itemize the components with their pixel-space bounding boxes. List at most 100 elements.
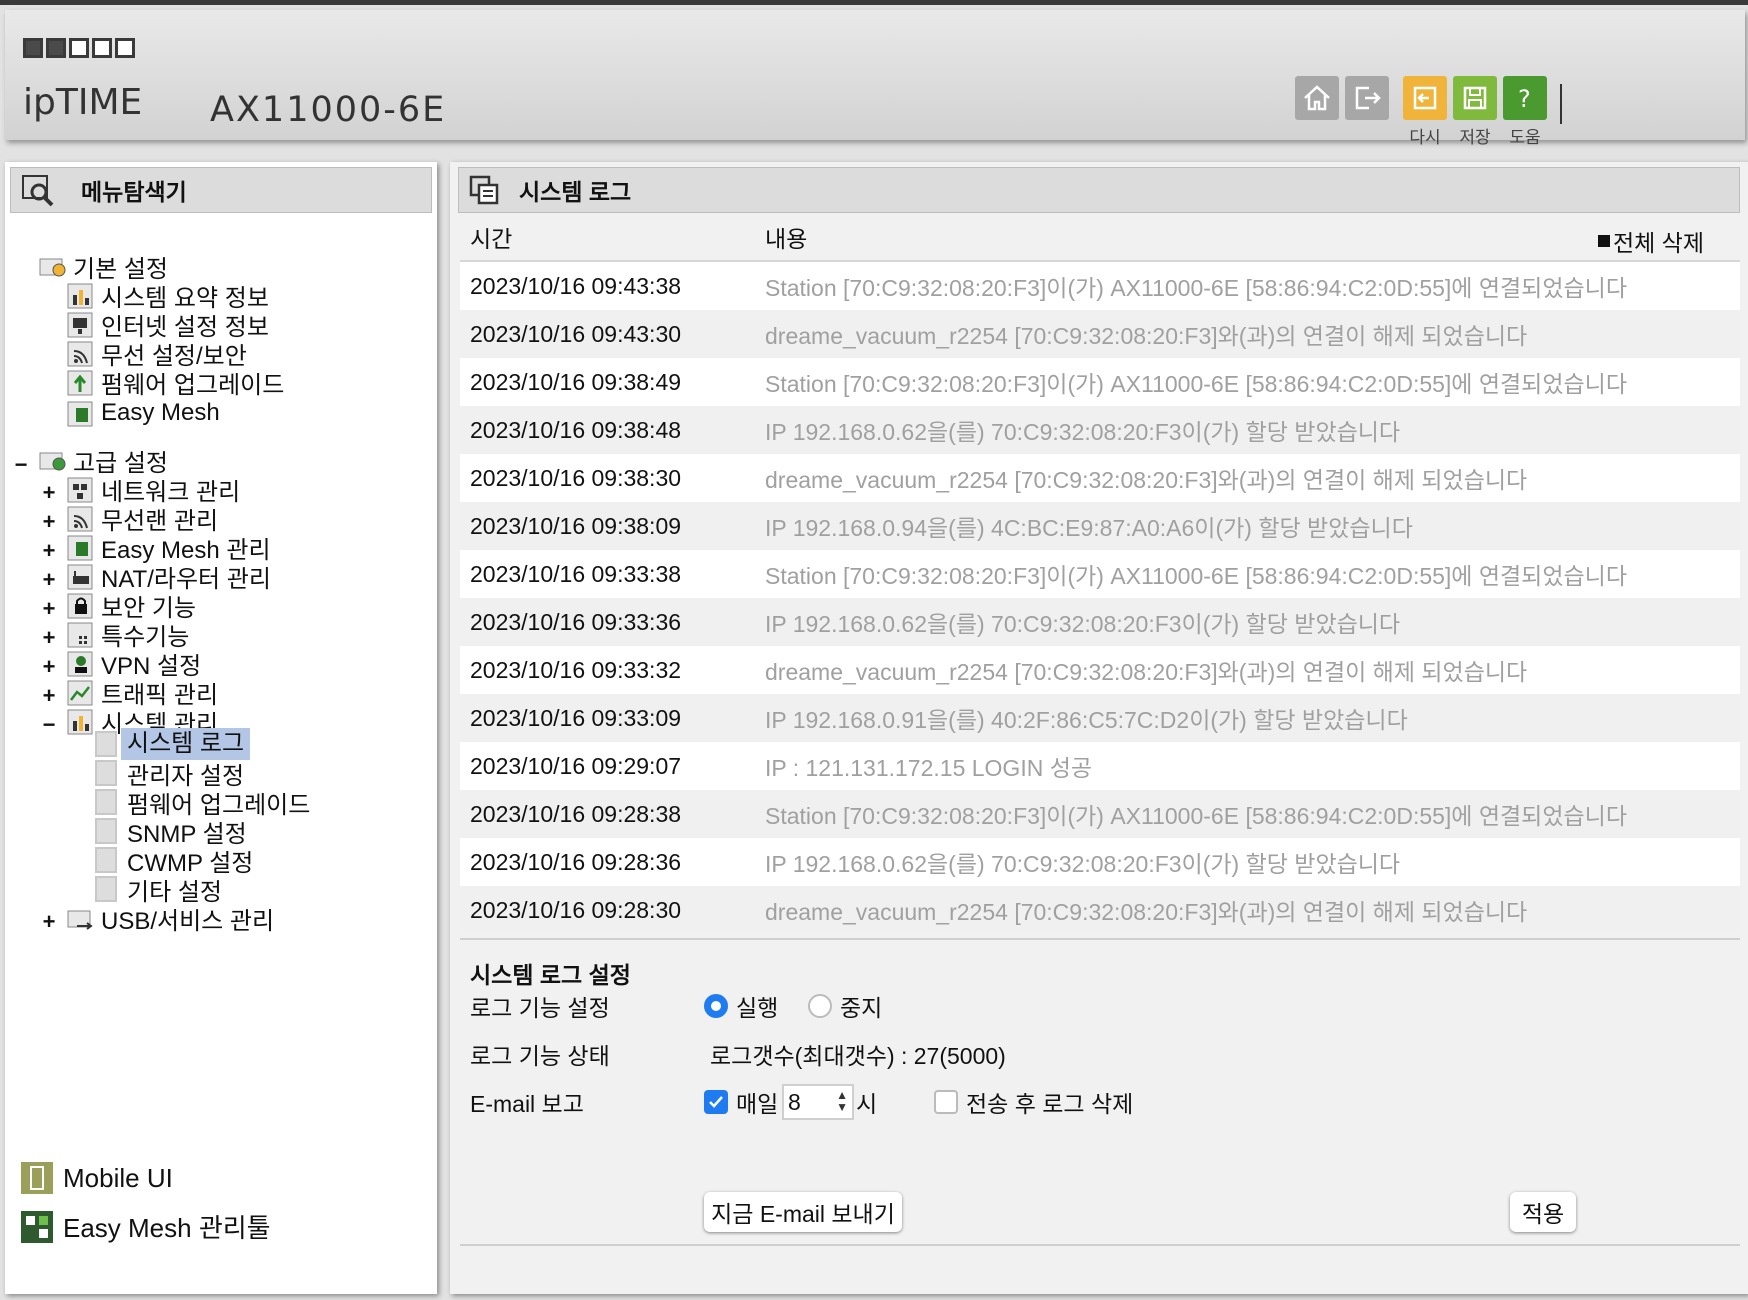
network-icon <box>67 477 93 503</box>
stepper-arrows-icon[interactable]: ▲ ▼ <box>836 1089 848 1113</box>
log-row: 2023/10/16 09:43:38 Station [70:C9:32:08:… <box>460 262 1740 310</box>
special-features-icon <box>67 622 93 648</box>
log-row: 2023/10/16 09:33:09 IP 192.168.0.91을(를) 4… <box>460 694 1740 742</box>
folder-gear-icon <box>39 452 66 471</box>
save-button[interactable] <box>1453 76 1497 120</box>
help-icon: ? <box>1518 85 1531 113</box>
log-time: 2023/10/16 09:28:36 <box>470 848 682 875</box>
log-window-icon <box>469 175 499 205</box>
expand-vpn-toggle[interactable]: + <box>41 654 57 680</box>
log-run-label: 실행 <box>736 995 779 1021</box>
wifi-icon <box>67 341 93 367</box>
tree-item-special[interactable]: 특수기능 <box>67 619 189 651</box>
tree-item-wireless-security[interactable]: 무선 설정/보안 <box>67 338 247 370</box>
tree-item-etc-settings[interactable]: 기타 설정 <box>95 874 222 906</box>
tree-item-nat-router[interactable]: NAT/라우터 관리 <box>67 561 271 593</box>
delete-all-button[interactable]: 전체 삭제 <box>1597 224 1704 258</box>
expand-nat-toggle[interactable]: + <box>41 567 57 593</box>
tree-group-basic[interactable]: 기본 설정 <box>39 251 168 283</box>
log-content: Station [70:C9:32:08:20:F3]이(가) AX11000-… <box>765 275 1627 301</box>
settings-title: 시스템 로그 설정 <box>470 962 631 988</box>
page-icon <box>95 731 117 757</box>
tree-item-admin-settings[interactable]: 관리자 설정 <box>95 758 244 790</box>
tree-item-vpn[interactable]: VPN 설정 <box>67 648 201 680</box>
page-title: 시스템 로그 <box>519 179 632 205</box>
delete-after-send-checkbox[interactable] <box>934 1090 958 1114</box>
lock-icon <box>67 593 93 619</box>
tree-item-cwmp[interactable]: CWMP 설정 <box>95 845 253 877</box>
expand-security-toggle[interactable]: + <box>41 596 57 622</box>
model-name: AX11000-6E <box>210 90 447 130</box>
log-stop-radio[interactable] <box>808 994 832 1018</box>
tree-item-system-log[interactable]: 시스템 로그 <box>95 728 251 760</box>
log-row: 2023/10/16 09:28:30 dreame_vacuum_r2254 [… <box>460 886 1740 934</box>
hour-unit-label: 시 <box>856 1091 878 1117</box>
home-button[interactable] <box>1295 76 1339 120</box>
col-time-header: 시간 <box>470 226 513 252</box>
tree-item-snmp[interactable]: SNMP 설정 <box>95 816 247 848</box>
log-row: 2023/10/16 09:33:36 IP 192.168.0.62을(를) 7… <box>460 598 1740 646</box>
tree-item-internet-info[interactable]: 인터넷 설정 정보 <box>67 309 269 341</box>
reload-button[interactable] <box>1403 76 1447 120</box>
send-email-now-button[interactable]: 지금 E-mail 보내기 <box>704 1192 902 1232</box>
hour-stepper[interactable]: 8 ▲ ▼ <box>782 1084 854 1120</box>
log-time: 2023/10/16 09:33:38 <box>470 560 682 587</box>
log-row: 2023/10/16 09:43:30 dreame_vacuum_r2254 [… <box>460 310 1740 358</box>
brand-squares <box>23 38 135 58</box>
tree-item-firmware-basic[interactable]: 펌웨어 업그레이드 <box>67 367 284 399</box>
tree-item-traffic[interactable]: 트래픽 관리 <box>67 677 218 709</box>
log-content: IP 192.168.0.94을(를) 4C:BC:E9:87:A0:A6이(가… <box>765 515 1413 541</box>
log-content: IP 192.168.0.62을(를) 70:C9:32:08:20:F3이(가… <box>765 611 1401 637</box>
tree-item-security[interactable]: 보안 기능 <box>67 590 196 622</box>
svg-text:?: ? <box>1518 85 1531 113</box>
tree-item-system-summary[interactable]: 시스템 요약 정보 <box>67 280 269 312</box>
mobile-ui-link[interactable]: Mobile UI <box>21 1162 173 1194</box>
menu-explorer: 메뉴탐색기 기본 설정 시스템 요약 정보 인터넷 설정 정보 무선 설정/보안… <box>5 162 437 1294</box>
tree-item-network[interactable]: 네트워크 관리 <box>67 474 240 506</box>
log-status-value: 로그갯수(최대갯수) : 27(5000) <box>710 1043 1006 1069</box>
tree-item-firmware-upgrade[interactable]: 펌웨어 업그레이드 <box>95 787 310 819</box>
log-run-radio[interactable] <box>704 994 728 1018</box>
checkmark-icon <box>709 1096 723 1108</box>
monitor-icon <box>67 312 93 338</box>
log-content: IP 192.168.0.62을(를) 70:C9:32:08:20:F3이(가… <box>765 419 1401 445</box>
expand-network-toggle[interactable]: + <box>41 480 57 506</box>
mesh-icon <box>67 401 93 427</box>
log-time: 2023/10/16 09:43:38 <box>470 272 682 299</box>
collapse-advanced-toggle[interactable]: − <box>13 452 29 478</box>
log-content: dreame_vacuum_r2254 [70:C9:32:08:20:F3]와… <box>765 659 1528 685</box>
save-label: 저장 <box>1459 128 1491 147</box>
log-function-row: 로그 기능 설정 실행 중지 <box>460 986 1740 1026</box>
log-settings: 시스템 로그 설정 로그 기능 설정 실행 중지 로그 기능 상태 로그갯수(최… <box>460 938 1740 1232</box>
bar-chart-icon <box>67 283 93 309</box>
collapse-system-toggle[interactable]: − <box>41 712 57 738</box>
tree-item-easy-mesh-manage[interactable]: Easy Mesh 관리 <box>67 532 271 564</box>
expand-special-toggle[interactable]: + <box>41 625 57 651</box>
vpn-icon <box>67 651 93 677</box>
apply-button[interactable]: 적용 <box>1510 1192 1576 1232</box>
usb-icon <box>67 910 93 930</box>
folder-gear-icon <box>39 258 66 277</box>
daily-checkbox[interactable] <box>704 1090 728 1114</box>
logout-button[interactable] <box>1345 76 1389 120</box>
log-time: 2023/10/16 09:33:32 <box>470 656 682 683</box>
log-row: 2023/10/16 09:28:36 IP 192.168.0.62을(를) 7… <box>460 838 1740 886</box>
log-time: 2023/10/16 09:38:09 <box>470 512 682 539</box>
home-icon <box>1304 85 1330 111</box>
log-content: dreame_vacuum_r2254 [70:C9:32:08:20:F3]와… <box>765 899 1528 925</box>
expand-usb-toggle[interactable]: + <box>41 909 57 935</box>
expand-traffic-toggle[interactable]: + <box>41 683 57 709</box>
menu-explorer-title: 메뉴탐색기 <box>81 179 187 205</box>
header-separator <box>1560 84 1562 124</box>
log-time: 2023/10/16 09:29:07 <box>470 752 682 779</box>
log-rows: 2023/10/16 09:43:38 Station [70:C9:32:08:… <box>460 262 1740 934</box>
tree-item-easy-mesh[interactable]: Easy Mesh <box>67 398 220 428</box>
tree-group-advanced[interactable]: 고급 설정 <box>39 445 168 477</box>
tree-item-usb-service[interactable]: USB/서비스 관리 <box>67 903 274 935</box>
tree-item-wlan[interactable]: 무선랜 관리 <box>67 503 218 535</box>
log-time: 2023/10/16 09:28:30 <box>470 896 682 923</box>
expand-easymesh-toggle[interactable]: + <box>41 538 57 564</box>
easy-mesh-tool-link[interactable]: Easy Mesh 관리툴 <box>21 1208 271 1245</box>
expand-wlan-toggle[interactable]: + <box>41 509 57 535</box>
help-button[interactable]: ? <box>1503 76 1547 120</box>
